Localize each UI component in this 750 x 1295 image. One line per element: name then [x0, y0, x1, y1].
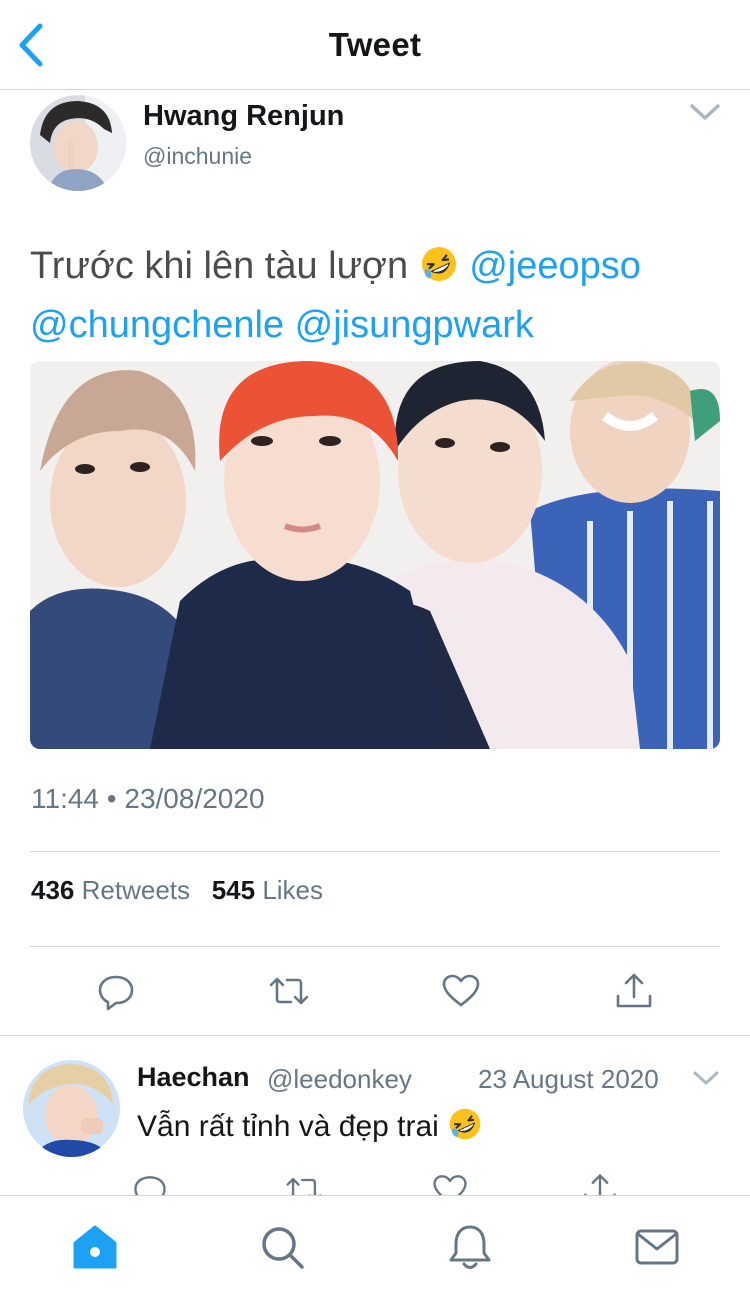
tweet-date: 23/08/2020	[124, 783, 265, 814]
mention-link[interactable]: @jeeopso	[469, 245, 641, 287]
reply-options-button[interactable]	[692, 1068, 720, 1088]
top-bar: Tweet	[0, 0, 750, 90]
tweet-time: 11:44	[31, 783, 99, 814]
reply-date: 23 August 2020	[478, 1064, 659, 1094]
reply-icon	[98, 975, 134, 1011]
tweet-timestamp: 11:44 • 23/08/2020	[31, 783, 265, 815]
reply-author-name[interactable]: Haechan	[137, 1062, 250, 1093]
reply-body: Vẫn rất tỉnh và đẹp trai	[137, 1110, 439, 1143]
tweet-text: Trước khi lên tàu lượn @jeeopso @chungch…	[30, 240, 730, 352]
reply-author-handle[interactable]: @leedonkey	[267, 1064, 412, 1095]
retweet-button[interactable]	[267, 969, 311, 1013]
tab-search[interactable]	[257, 1222, 307, 1272]
search-icon	[262, 1227, 304, 1269]
separator-dot: •	[106, 783, 117, 814]
laughing-emoji	[419, 244, 459, 299]
tweet-body: Trước khi lên tàu lượn	[30, 245, 409, 287]
reply-button[interactable]	[94, 969, 138, 1013]
tab-notifications[interactable]	[445, 1222, 495, 1272]
messages-icon	[635, 1229, 679, 1265]
reply-text: Vẫn rất tỉnh và đẹp trai	[137, 1106, 483, 1150]
reply-avatar[interactable]	[23, 1060, 120, 1157]
author-handle[interactable]: @inchunie	[143, 143, 252, 170]
chevron-down-icon	[690, 104, 720, 120]
tweet-stats: 436 Retweets 545 Likes	[31, 875, 323, 906]
mention-link[interactable]: @jisungpwark	[295, 304, 534, 346]
share-button[interactable]	[612, 969, 656, 1013]
like-icon	[442, 974, 480, 1007]
home-icon	[73, 1225, 117, 1269]
tab-home[interactable]	[70, 1222, 120, 1272]
author-name[interactable]: Hwang Renjun	[143, 100, 344, 133]
retweet-icon	[269, 977, 309, 1005]
author-avatar[interactable]	[30, 95, 126, 191]
share-icon	[616, 973, 652, 1008]
notifications-icon	[449, 1225, 491, 1269]
divider	[30, 851, 720, 852]
chevron-down-icon	[693, 1071, 719, 1085]
bottom-tab-bar	[0, 1195, 750, 1295]
like-count[interactable]: 545 Likes	[212, 875, 323, 905]
tweet-photo[interactable]	[30, 361, 720, 749]
divider	[0, 1035, 750, 1036]
tweet-options-button[interactable]	[688, 100, 722, 124]
retweet-count[interactable]: 436 Retweets	[31, 875, 190, 905]
laughing-emoji	[447, 1106, 483, 1150]
mention-link[interactable]: @chungchenle	[30, 304, 284, 346]
like-button[interactable]	[439, 969, 483, 1013]
page-title: Tweet	[328, 26, 422, 63]
tab-messages[interactable]	[632, 1222, 682, 1272]
divider	[30, 946, 720, 947]
